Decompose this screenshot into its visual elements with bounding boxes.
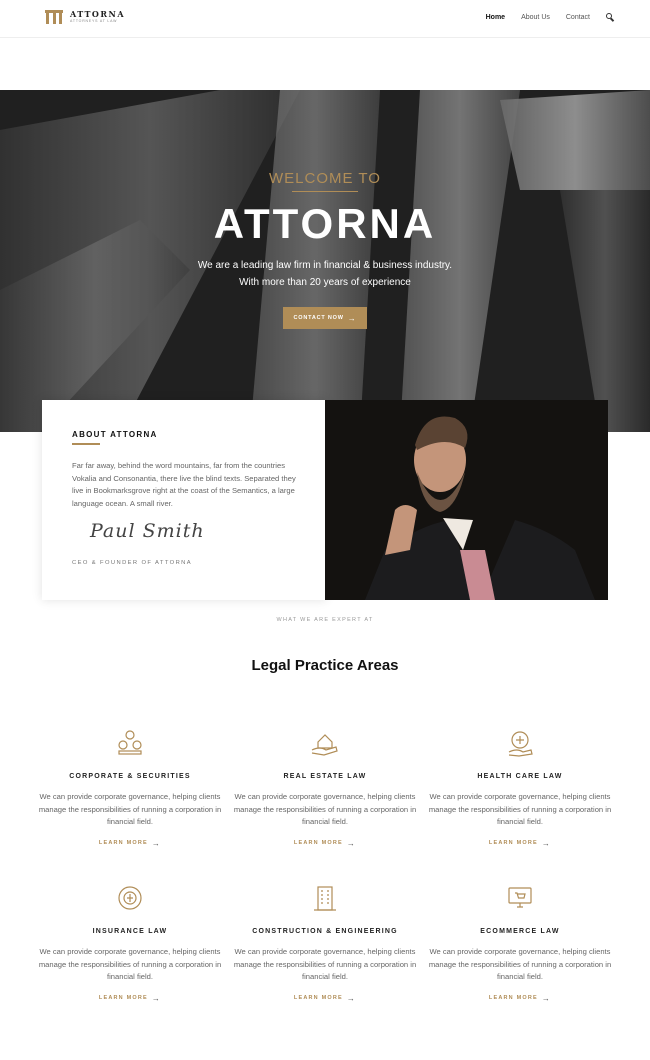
columns-logo-icon bbox=[45, 10, 63, 24]
practice-name: CONSTRUCTION & ENGINEERING bbox=[252, 928, 398, 935]
learn-more-link[interactable]: LEARN MORE → bbox=[294, 994, 356, 1003]
learn-more-label: LEARN MORE bbox=[293, 840, 343, 846]
learn-more-link[interactable]: LEARN MORE → bbox=[99, 839, 161, 848]
about-text: Far far away, behind the word mountains,… bbox=[72, 461, 296, 508]
practice-card-ecommerce: ECOMMERCE LAW We can provide corporate g… bbox=[425, 883, 615, 1004]
practice-card-real-estate: REAL ESTATE LAW We can provide corporate… bbox=[230, 728, 420, 849]
practice-desc: We can provide corporate governance, hel… bbox=[233, 792, 417, 826]
learn-more-label: LEARN MORE bbox=[293, 995, 343, 1001]
arrow-right-icon: → bbox=[151, 993, 162, 1003]
practice-desc: We can provide corporate governance, hel… bbox=[38, 947, 222, 981]
practice-card-insurance: INSURANCE LAW We can provide corporate g… bbox=[35, 883, 225, 1004]
arrow-right-icon: → bbox=[541, 993, 552, 1003]
main-menu: Home About Us Contact bbox=[470, 13, 614, 21]
founder-photo bbox=[325, 400, 608, 600]
about-divider bbox=[72, 443, 100, 445]
about-card: ABOUT ATTORNA Far far away, behind the w… bbox=[42, 400, 326, 600]
nav-home-link[interactable]: Home bbox=[486, 14, 505, 21]
about-title: ABOUT ATTORNA bbox=[72, 430, 158, 439]
practice-title: Legal Practice Areas bbox=[251, 657, 399, 674]
learn-more-label: LEARN MORE bbox=[98, 840, 148, 846]
hero-title: ATTORNA bbox=[213, 200, 437, 247]
practice-card-construction: CONSTRUCTION & ENGINEERING We can provid… bbox=[230, 883, 420, 1004]
contact-now-label: CONTACT NOW bbox=[293, 315, 344, 321]
learn-more-link[interactable]: LEARN MORE → bbox=[294, 839, 356, 848]
practice-desc: We can provide corporate governance, hel… bbox=[38, 792, 222, 826]
house-hand-icon bbox=[311, 734, 338, 756]
arrow-right-icon: → bbox=[151, 838, 162, 848]
practice-name: CORPORATE & SECURITIES bbox=[69, 773, 191, 780]
learn-more-label: LEARN MORE bbox=[488, 995, 538, 1001]
founder-portrait-image bbox=[325, 400, 608, 600]
nav-contact-link[interactable]: Contact bbox=[566, 14, 590, 21]
arrow-right-icon: → bbox=[346, 993, 357, 1003]
learn-more-label: LEARN MORE bbox=[98, 995, 148, 1001]
practice-desc: We can provide corporate governance, hel… bbox=[233, 947, 417, 981]
hero-subtitle-line-2: With more than 20 years of experience bbox=[239, 277, 411, 288]
top-navbar: ATTORNA ATTORNEYS AT LAW Home About Us C… bbox=[0, 0, 650, 38]
learn-more-label: LEARN MORE bbox=[488, 840, 538, 846]
practice-name: INSURANCE LAW bbox=[92, 928, 168, 935]
practice-desc: We can provide corporate governance, hel… bbox=[428, 792, 612, 826]
arrow-right-icon: → bbox=[347, 313, 357, 323]
nav-about-link[interactable]: About Us bbox=[521, 14, 550, 21]
learn-more-link[interactable]: LEARN MORE → bbox=[489, 839, 551, 848]
practice-card-health-care: HEALTH CARE LAW We can provide corporate… bbox=[425, 728, 615, 849]
hero-banner: WELCOME TO ATTORNA We are a leading law … bbox=[0, 90, 650, 432]
practice-desc: We can provide corporate governance, hel… bbox=[428, 947, 612, 981]
ecommerce-icon bbox=[508, 887, 532, 908]
practice-name: HEALTH CARE LAW bbox=[477, 773, 563, 780]
hero-welcome-text: WELCOME TO bbox=[269, 170, 381, 187]
founder-role: CEO & FOUNDER OF ATTORNA bbox=[72, 560, 193, 566]
learn-more-link[interactable]: LEARN MORE → bbox=[489, 994, 551, 1003]
practice-name: ECOMMERCE LAW bbox=[480, 928, 560, 935]
practice-eyebrow: WHAT WE ARE EXPERT AT bbox=[276, 617, 374, 623]
search-icon[interactable] bbox=[606, 13, 614, 21]
arrow-right-icon: → bbox=[541, 838, 552, 848]
practice-name: REAL ESTATE LAW bbox=[283, 773, 367, 780]
hero-subtitle-line-1: We are a leading law firm in financial &… bbox=[197, 260, 453, 271]
coins-icon bbox=[118, 730, 142, 755]
health-icon bbox=[508, 731, 533, 757]
practice-card-corporate: CORPORATE & SECURITIES We can provide co… bbox=[35, 728, 225, 849]
arrow-right-icon: → bbox=[346, 838, 357, 848]
hero-divider bbox=[292, 191, 358, 192]
brand-logo[interactable]: ATTORNA ATTORNEYS AT LAW bbox=[45, 10, 125, 24]
learn-more-link[interactable]: LEARN MORE → bbox=[99, 994, 161, 1003]
insurance-icon bbox=[118, 886, 142, 910]
brand-tagline: ATTORNEYS AT LAW bbox=[70, 19, 118, 23]
founder-signature: Paul Smith bbox=[90, 520, 205, 542]
building-icon bbox=[314, 886, 336, 911]
brand-name: ATTORNA bbox=[70, 9, 126, 19]
contact-now-button[interactable]: CONTACT NOW → bbox=[283, 307, 367, 329]
